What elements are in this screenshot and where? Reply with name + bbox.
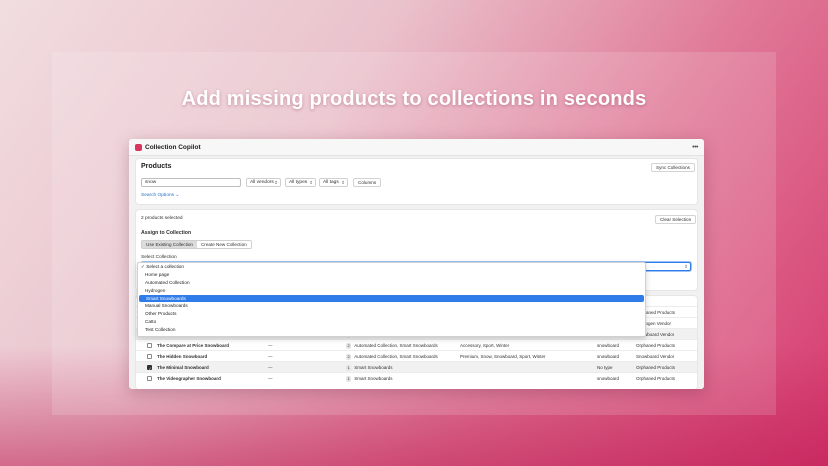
tags-filter-value: All tags: [323, 180, 339, 185]
collection-count-badge: 1: [346, 365, 352, 371]
product-sku: —: [268, 376, 273, 381]
chevron-updown-icon: ⇕: [309, 180, 313, 185]
product-type: snowboard: [597, 376, 620, 381]
titlebar: Collection Copilot •••: [129, 139, 704, 156]
table-row[interactable]: The Videographer Snowboard — 1 Smart Snowbo…: [136, 372, 697, 383]
app-window: Collection Copilot ••• Products Sync Col…: [129, 139, 704, 389]
dropdown-option[interactable]: Catto: [138, 318, 645, 326]
products-card: Products Sync Collections snow All vendo…: [136, 159, 697, 204]
collection-dropdown: ✓ Select a collection Home page Automated …: [137, 262, 646, 337]
vendor-filter-value: All vendors: [250, 180, 274, 185]
headline: Add missing products to collections in s…: [181, 88, 647, 110]
collection-count-badge: 2: [346, 343, 352, 349]
assign-mode-toggle: Use Existing Collection Create New Colle…: [141, 240, 252, 249]
table-row[interactable]: The Hidden Snowboard —2 Automated Collecti…: [136, 350, 697, 361]
products-heading: Products: [141, 163, 172, 170]
table-row[interactable]: The Compare at Price Snowboard —2 Automate…: [136, 339, 697, 350]
sync-collections-button[interactable]: Sync Collections: [651, 163, 695, 172]
ellipsis-icon[interactable]: •••: [692, 144, 698, 151]
chevron-updown-icon: ⇕: [684, 264, 688, 269]
table-row[interactable]: The Minimal Snowboard—1Smart SnowboardsN…: [136, 361, 697, 374]
dropdown-option[interactable]: Automated Collection: [138, 279, 645, 287]
product-collections: 1 Smart Snowboards: [346, 376, 393, 382]
assign-heading: Assign to Collection: [141, 230, 192, 236]
collection-count-badge: 2: [346, 354, 352, 360]
chevron-updown-icon: ⇕: [274, 180, 278, 185]
tab-use-existing[interactable]: Use Existing Collection: [142, 241, 197, 248]
chevron-updown-icon: ⇕: [341, 180, 345, 185]
clear-selection-button[interactable]: Clear Selection: [655, 215, 697, 224]
dropdown-option[interactable]: Test Collection: [138, 326, 645, 334]
type-filter[interactable]: All types ⇕: [285, 178, 316, 187]
product-name: The Videographer Snowboard: [157, 376, 221, 381]
dropdown-option[interactable]: ✓ Select a collection: [138, 263, 645, 271]
dropdown-option[interactable]: Hydrogen: [138, 287, 645, 295]
product-vendor: Orphaned Products: [636, 376, 676, 381]
type-filter-value: All types: [289, 180, 308, 185]
app-logo-icon: [135, 143, 142, 151]
search-options-link[interactable]: Search Options ⌄: [141, 193, 179, 198]
row-checkbox[interactable]: [147, 376, 152, 381]
tags-filter[interactable]: All tags ⇕: [319, 178, 348, 187]
dropdown-option[interactable]: Other Products: [138, 310, 645, 318]
collection-count-badge: 1: [346, 376, 352, 382]
tab-create-new[interactable]: Create New Collection: [196, 241, 251, 248]
dropdown-option[interactable]: Smart Snowboards: [139, 294, 644, 303]
row-checkbox[interactable]: [147, 363, 152, 374]
columns-button[interactable]: Columns: [353, 178, 382, 187]
chevron-down-icon: ⌄: [175, 193, 180, 198]
select-collection-label: Select Collection: [141, 255, 177, 260]
vendor-filter[interactable]: All vendors ⇕: [246, 178, 281, 187]
search-input[interactable]: snow: [141, 178, 241, 187]
selected-count: 2 products selected: [141, 216, 183, 221]
app-title: Collection Copilot: [145, 143, 201, 151]
dropdown-option[interactable]: Manual Snowboards: [138, 302, 645, 310]
row-checkbox[interactable]: [147, 343, 152, 348]
dropdown-option[interactable]: Home page: [138, 271, 645, 279]
row-checkbox[interactable]: [147, 354, 152, 359]
